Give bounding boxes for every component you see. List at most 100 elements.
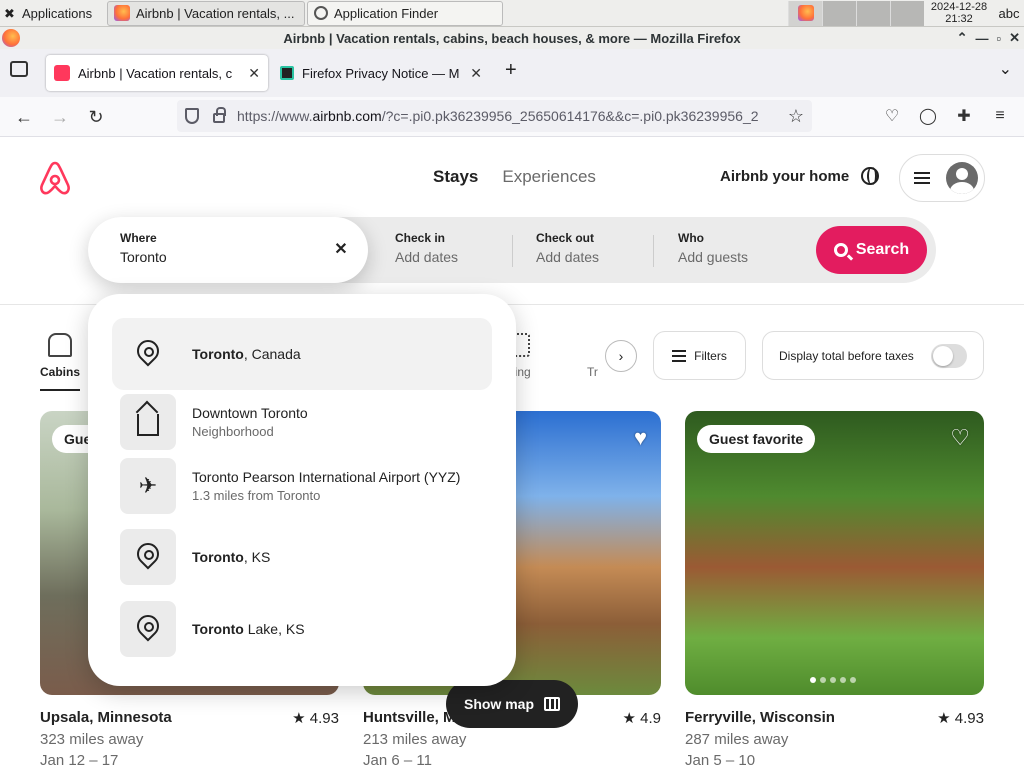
navigation-bar: ← → ↻ https://www.airbnb.com/?c=.pi0.pk3… [0,97,1024,137]
rating-value: 4.93 [309,710,339,727]
listing-card[interactable]: Guest favorite ♡ Ferryville, Wisconsin ★ … [685,411,984,768]
suggestion-text: Toronto Pearson International Airport (Y… [192,469,460,503]
listing-dates: Jan 5 – 10 [685,752,756,768]
workspace-3[interactable] [856,0,890,26]
display-total-toggle[interactable]: Display total before taxes [762,331,984,380]
taxes-label: Display total before taxes [779,348,914,363]
profile-menu-button[interactable] [899,154,985,202]
listing-photo[interactable]: Guest favorite ♡ [685,411,984,695]
suggestion-item[interactable]: ✈ Toronto Pearson International Airport … [112,454,492,518]
applications-label: Applications [22,5,93,21]
chevron-right-icon[interactable]: › [605,340,637,372]
suggestion-primary: Toronto Pearson International Airport (Y… [192,469,461,485]
reload-icon[interactable]: ↻ [84,105,108,129]
category-partial[interactable]: Tr [587,365,598,379]
extensions-icon[interactable]: ✚ [953,105,975,127]
close-tab-icon[interactable]: ✕ [248,65,260,82]
heart-icon[interactable]: ♡ [950,425,970,451]
workspace-1[interactable] [788,0,822,26]
close-tab-icon[interactable]: ✕ [470,65,482,82]
listing-rating: ★ 4.9 [622,710,661,727]
workspace-4[interactable] [890,0,924,26]
applications-menu[interactable]: ✖ Applications [0,0,105,27]
suggestion-item[interactable]: Downtown Toronto Neighborhood [112,390,492,454]
back-icon[interactable]: ← [12,105,36,129]
heart-icon[interactable]: ♥ [634,425,647,451]
filters-icon [672,349,687,362]
app-finder-icon [314,6,328,20]
listing-rating: ★ 4.93 [292,710,339,727]
suggestion-rest: , Canada [243,346,301,362]
clock-time: 21:32 [945,13,973,25]
listing-title: Upsala, Minnesota [40,709,172,726]
suggestion-item[interactable]: Toronto Lake, KS [112,597,492,661]
category-label: Cabins [40,365,81,379]
firefox-view-icon[interactable] [10,61,28,77]
xfce-icon: ✖ [4,6,15,21]
bookmark-star-icon[interactable]: ☆ [788,106,804,127]
tab-airbnb[interactable]: Airbnb | Vacation rentals, c ✕ [46,55,268,91]
suggestion-rest: Lake, KS [243,621,305,637]
search-button[interactable]: Search [816,226,927,274]
listing-rating: ★ 4.93 [937,710,984,727]
task-app-finder[interactable]: Application Finder [307,0,503,26]
window-controls: ⌃ — ▫ ✕ [957,27,1020,49]
url-text[interactable]: https://www.airbnb.com/?c=.pi0.pk3623995… [237,108,788,124]
listing-distance: 213 miles away [363,731,467,748]
location-suggestions: Toronto, Canada Downtown Toronto Neighbo… [88,294,516,686]
tab-privacy-notice[interactable]: Firefox Privacy Notice — M ✕ [272,55,490,91]
clear-icon[interactable]: ✕ [332,241,350,259]
list-tabs-icon[interactable]: ⌄ [999,59,1012,79]
minimize-icon[interactable]: — [975,31,988,46]
keyboard-layout[interactable]: abc [994,6,1024,21]
host-link[interactable]: Airbnb your home [720,168,849,185]
firefox-favicon-icon [280,66,294,80]
show-map-button[interactable]: Show map [446,680,578,728]
shield-icon[interactable] [185,108,199,124]
header-tabs: Stays Experiences [433,167,596,187]
url-bar[interactable]: https://www.airbnb.com/?c=.pi0.pk3623995… [177,100,812,132]
chevron-up-icon[interactable]: ⌃ [957,30,968,46]
close-icon[interactable]: ✕ [1009,30,1020,46]
clock[interactable]: 2024-12-28 21:32 [924,1,994,25]
pocket-icon[interactable]: ♡ [881,105,903,127]
map-icon [544,697,560,711]
photo-dots [810,677,856,683]
workspace-2[interactable] [822,0,856,26]
toggle-switch[interactable] [931,343,967,368]
where-input[interactable]: Toronto [120,249,368,265]
category-cabins[interactable]: Cabins [40,333,81,391]
listing-dates: Jan 12 – 17 [40,752,119,768]
globe-icon[interactable] [861,167,879,185]
tab-experiences[interactable]: Experiences [502,167,596,187]
suggestion-rest: , KS [243,549,271,565]
filters-button[interactable]: Filters [653,331,746,380]
who-field[interactable]: Who Add guests [678,231,748,265]
task-firefox[interactable]: Airbnb | Vacation rentals, ... [107,0,305,26]
listing-distance: 323 miles away [40,731,144,748]
checkin-field[interactable]: Check in Add dates [395,231,458,265]
suggestion-item[interactable]: Toronto, Canada [112,318,492,390]
suggestion-item[interactable]: Toronto, KS [112,525,492,589]
menu-icon[interactable]: ≡ [989,105,1011,127]
new-tab-icon[interactable]: + [505,59,517,82]
url-prefix: https://www. [237,108,313,124]
rating-value: 4.93 [954,710,984,727]
checkout-field[interactable]: Check out Add dates [536,231,599,265]
airbnb-page: Stays Experiences Airbnb your home Where… [0,137,1024,768]
tray: 2024-12-28 21:32 abc [788,0,1024,27]
lock-icon[interactable] [213,107,226,123]
where-field[interactable]: Where Toronto ✕ [88,217,368,283]
suggestion-match: Toronto [192,346,244,362]
tab-stays[interactable]: Stays [433,167,478,187]
suggestion-text: Toronto, Canada [192,346,301,362]
listing-distance: 287 miles away [685,731,789,748]
rating-value: 4.9 [640,710,661,727]
account-icon[interactable]: ◯ [917,105,939,127]
search-icon [833,243,848,257]
suggestion-match: Toronto [192,621,244,637]
maximize-icon[interactable]: ▫ [996,31,1001,46]
airbnb-logo-icon[interactable] [38,161,72,195]
listing-title: Huntsville, M [363,709,456,726]
forward-icon[interactable]: → [48,105,72,129]
